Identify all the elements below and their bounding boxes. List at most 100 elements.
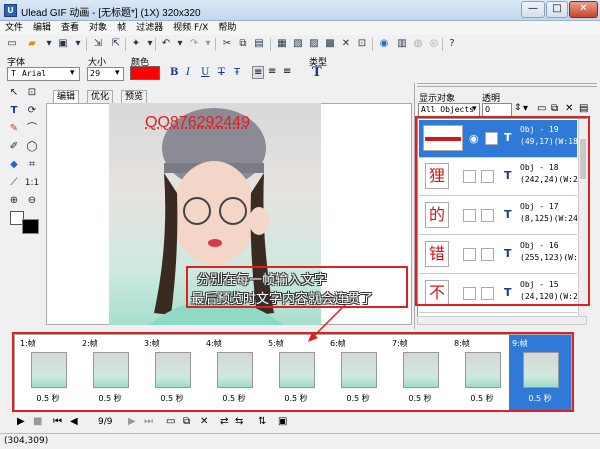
chevron-down-icon: ▾ <box>472 104 477 114</box>
wizard-icon[interactable]: ✦ <box>130 38 142 50</box>
align-right-icon[interactable]: ≡ <box>283 66 291 77</box>
size-select[interactable]: 29 ▾ <box>87 67 124 81</box>
alpha-input[interactable]: 0 <box>482 103 512 117</box>
crop-icon[interactable]: ⊡ <box>356 38 368 50</box>
tab-preview[interactable]: 预览 <box>121 90 148 103</box>
main-toolbar: ▭ ▰ ▾ ▣ ▾ ⇲ ⇱ ✦ ▾ ↶ ▾ ↷ ▾ ✂ ⧉ ▤ ▦ ▧ ▨ ▩ … <box>0 36 600 53</box>
lasso-tool-icon[interactable]: ⌒ <box>24 121 40 137</box>
brush-tool-icon[interactable]: ✎ <box>6 121 22 137</box>
object-hscrollbar[interactable] <box>417 316 587 325</box>
stop-icon[interactable]: ■ <box>33 416 42 427</box>
tween-icon[interactable]: ⇄ <box>220 416 228 427</box>
frame-strip-highlight <box>12 332 574 412</box>
frame-export-icon[interactable]: ▣ <box>278 416 287 427</box>
foreground-color-swatch[interactable] <box>22 219 39 234</box>
export-icon[interactable]: ⇱ <box>110 38 122 50</box>
zoom-out-icon[interactable]: ⊖ <box>24 193 40 209</box>
fill-tool-icon[interactable]: ◆ <box>6 157 22 173</box>
underline-button[interactable]: U <box>201 67 209 78</box>
bold-button[interactable]: B <box>170 67 178 78</box>
copy-icon[interactable]: ⧉ <box>237 38 249 50</box>
play-icon[interactable]: ▶ <box>17 416 25 427</box>
paste-icon[interactable]: ▤ <box>253 38 265 50</box>
minimize-button[interactable]: — <box>521 1 545 18</box>
new-file-icon[interactable]: ▭ <box>6 38 18 50</box>
last-frame-icon[interactable]: ⏭ <box>144 416 153 427</box>
new-object-icon[interactable]: ▭ <box>537 103 546 114</box>
open-dropdown-icon[interactable]: ▾ <box>43 38 55 50</box>
cursor-coords: (304,309) <box>4 436 49 446</box>
canvas-overlay-text[interactable]: QQ876292449 <box>145 114 250 132</box>
tab-edit[interactable]: 编辑 <box>53 90 80 103</box>
menu-edit[interactable]: 编辑 <box>28 21 56 35</box>
prev-frame-icon[interactable]: ◀ <box>70 416 78 427</box>
next-frame-icon[interactable]: ▶ <box>128 416 136 427</box>
menu-file[interactable]: 文件 <box>0 21 28 35</box>
web-icon[interactable]: ◉ <box>378 38 390 50</box>
frame-counter: 9/9 <box>98 417 113 427</box>
color-swatch[interactable] <box>130 66 160 80</box>
undo-icon[interactable]: ↶ <box>160 38 172 50</box>
show-objects-select[interactable]: All Objects ▾ <box>418 103 480 117</box>
menu-view[interactable]: 查看 <box>56 21 84 35</box>
import-icon[interactable]: ⇲ <box>92 38 104 50</box>
eyedropper-tool-icon[interactable]: ⟋ <box>6 175 22 191</box>
save-icon[interactable]: ▣ <box>57 38 69 50</box>
font-select[interactable]: T Arial ▾ <box>7 67 80 81</box>
delete-frame-icon[interactable]: ✕ <box>200 416 208 427</box>
effect-icon[interactable]: Ŧ <box>234 67 240 78</box>
add-text-icon[interactable]: ▩ <box>324 38 336 50</box>
spin-icon[interactable]: ⇕ <box>514 103 522 113</box>
frame-icon[interactable]: ▦ <box>276 38 288 50</box>
menu-object[interactable]: 对象 <box>84 21 112 35</box>
rotate-tool-icon[interactable]: ⟳ <box>24 103 40 119</box>
color-palette-icon[interactable]: ▥ <box>396 38 408 50</box>
delete-icon[interactable]: ✕ <box>340 38 352 50</box>
menu-help[interactable]: 帮助 <box>213 21 241 35</box>
undo-dropdown-icon[interactable]: ▾ <box>174 38 186 50</box>
frame-props-icon[interactable]: ▧ <box>292 38 304 50</box>
status-bar: (304,309) <box>0 433 600 449</box>
size-value: 29 <box>90 69 101 78</box>
redo-icon[interactable]: ↷ <box>188 38 200 50</box>
save-dropdown-icon[interactable]: ▾ <box>72 38 84 50</box>
reverse-icon[interactable]: ⇆ <box>235 416 243 427</box>
pointer-tool-icon[interactable]: ↖ <box>6 85 22 101</box>
duplicate-object-icon[interactable]: ⧉ <box>551 103 558 114</box>
align-center-icon[interactable]: ≡ <box>268 66 276 77</box>
panel-grip[interactable] <box>417 83 597 87</box>
strike-button[interactable]: T <box>218 67 225 78</box>
maximize-button[interactable]: □ <box>546 1 568 18</box>
menu-videofx[interactable]: 视频 F/X <box>168 21 213 35</box>
open-folder-icon[interactable]: ▰ <box>26 38 38 50</box>
object-props-icon[interactable]: ▤ <box>579 103 588 114</box>
crop-tool-icon[interactable]: ⌗ <box>24 157 40 173</box>
align-left-icon[interactable]: ≡ <box>252 66 265 79</box>
pen-tool-icon[interactable]: ✐ <box>6 139 22 155</box>
text-tool-icon[interactable]: T <box>6 103 22 119</box>
italic-button[interactable]: I <box>186 67 190 78</box>
show-objects-value: All Objects <box>421 105 474 114</box>
tab-optimize[interactable]: 优化 <box>87 90 114 103</box>
close-button[interactable]: ✕ <box>569 1 598 18</box>
menu-filter[interactable]: 过滤器 <box>131 21 168 35</box>
chevron-down-icon: ▾ <box>70 68 75 78</box>
add-image-icon[interactable]: ▨ <box>308 38 320 50</box>
first-frame-icon[interactable]: ⏮ <box>53 416 62 427</box>
text-property-bar: 字体 T Arial ▾ 大小 29 ▾ 颜色 B I U T Ŧ ≡ ≡ ≡ … <box>0 54 600 82</box>
add-frame-icon[interactable]: ▭ <box>166 416 175 427</box>
window-title: Ulead GIF 动画 - [无标题*] (1X) 320x320 <box>21 8 201 19</box>
actual-size-icon[interactable]: 1:1 <box>24 175 40 191</box>
frame-props-icon[interactable]: ⇅ <box>258 416 266 427</box>
type-t-icon[interactable]: T <box>312 65 322 80</box>
duplicate-frame-icon[interactable]: ⧉ <box>183 416 190 427</box>
chevron-down-icon[interactable]: ▾ <box>523 103 528 114</box>
zoom-in-icon[interactable]: ⊕ <box>6 193 22 209</box>
ellipse-tool-icon[interactable]: ◯ <box>24 139 40 155</box>
delete-object-icon[interactable]: ✕ <box>565 103 573 114</box>
select-tool-icon[interactable]: ⊡ <box>24 85 40 101</box>
menu-frame[interactable]: 帧 <box>112 21 131 35</box>
redo-dropdown-icon[interactable]: ▾ <box>202 38 214 50</box>
help-pointer-icon[interactable]: ? <box>446 38 458 50</box>
cut-icon[interactable]: ✂ <box>221 38 233 50</box>
